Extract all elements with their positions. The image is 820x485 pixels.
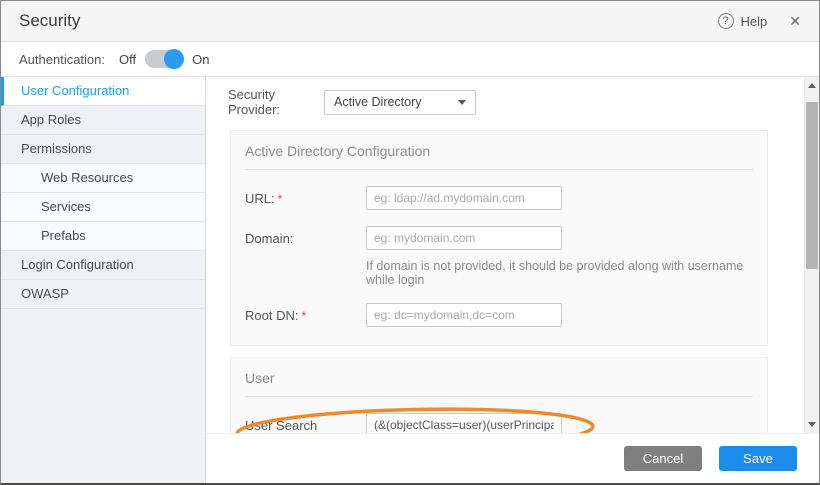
dialog-footer: Cancel Save [206,433,819,483]
required-marker: * [278,192,283,206]
security-provider-label: Security Provider: [228,87,324,117]
authentication-label: Authentication: [19,52,119,67]
active-directory-panel: Active Directory Configuration URL:* Dom… [230,130,768,346]
user-search-pattern-row: User Search Pattern:* [245,413,753,433]
settings-scroll-area: Security Provider: Active Directory Acti… [206,76,819,433]
root-dn-label: Root DN:* [245,303,366,323]
url-label: URL:* [245,186,366,206]
root-dn-input[interactable] [366,303,562,327]
toggle-knob [164,49,184,69]
security-provider-row: Security Provider: Active Directory [228,87,786,117]
domain-help-text: If domain is not provided, it should be … [366,259,753,287]
sidebar-item-user-configuration[interactable]: User Configuration [1,77,205,106]
url-field-row: URL:* [245,186,753,210]
sidebar-item-permissions[interactable]: Permissions [1,135,205,164]
security-dialog: Security ? Help ✕ Authentication: Off On… [0,0,820,485]
user-panel: User User Search Pattern:* [230,357,768,433]
security-provider-select[interactable]: Active Directory [324,90,476,115]
authentication-row: Authentication: Off On [1,42,819,76]
settings-content: Security Provider: Active Directory Acti… [222,87,819,433]
titlebar-actions: ? Help ✕ [718,13,801,30]
scroll-up-arrow-icon[interactable] [808,83,816,88]
scroll-down-arrow-icon[interactable] [808,422,816,427]
help-link[interactable]: Help [741,14,768,29]
help-icon[interactable]: ? [718,13,734,29]
sidebar: User Configuration App Roles Permissions… [1,76,206,483]
active-directory-panel-title: Active Directory Configuration [245,143,753,170]
user-panel-title: User [245,370,753,397]
domain-input[interactable] [366,226,562,250]
domain-label: Domain: [245,226,366,246]
sidebar-item-web-resources[interactable]: Web Resources [1,164,205,193]
sidebar-item-services[interactable]: Services [1,193,205,222]
url-input[interactable] [366,186,562,210]
dropdown-caret-icon [458,100,466,105]
sidebar-item-login-configuration[interactable]: Login Configuration [1,251,205,280]
vertical-scrollbar[interactable] [804,77,819,433]
sidebar-item-owasp[interactable]: OWASP [1,280,205,309]
scrollbar-thumb[interactable] [806,102,818,269]
user-search-pattern-label: User Search Pattern:* [245,413,366,433]
domain-field-row: Domain: [245,226,753,250]
authentication-toggle[interactable] [145,50,183,68]
sidebar-item-prefabs[interactable]: Prefabs [1,222,205,251]
required-marker: * [301,309,306,323]
save-button[interactable]: Save [719,446,797,471]
root-dn-field-row: Root DN:* [245,303,753,327]
cancel-button[interactable]: Cancel [624,446,702,471]
security-provider-value: Active Directory [334,95,422,109]
dialog-body: User Configuration App Roles Permissions… [1,76,819,483]
sidebar-item-app-roles[interactable]: App Roles [1,106,205,135]
toggle-off-label: Off [119,52,136,67]
close-icon[interactable]: ✕ [789,13,801,30]
user-search-pattern-input[interactable] [366,413,562,433]
dialog-titlebar: Security ? Help ✕ [1,1,819,42]
dialog-title: Security [19,11,80,31]
main-column: Security Provider: Active Directory Acti… [206,76,819,483]
toggle-on-label: On [192,52,209,67]
